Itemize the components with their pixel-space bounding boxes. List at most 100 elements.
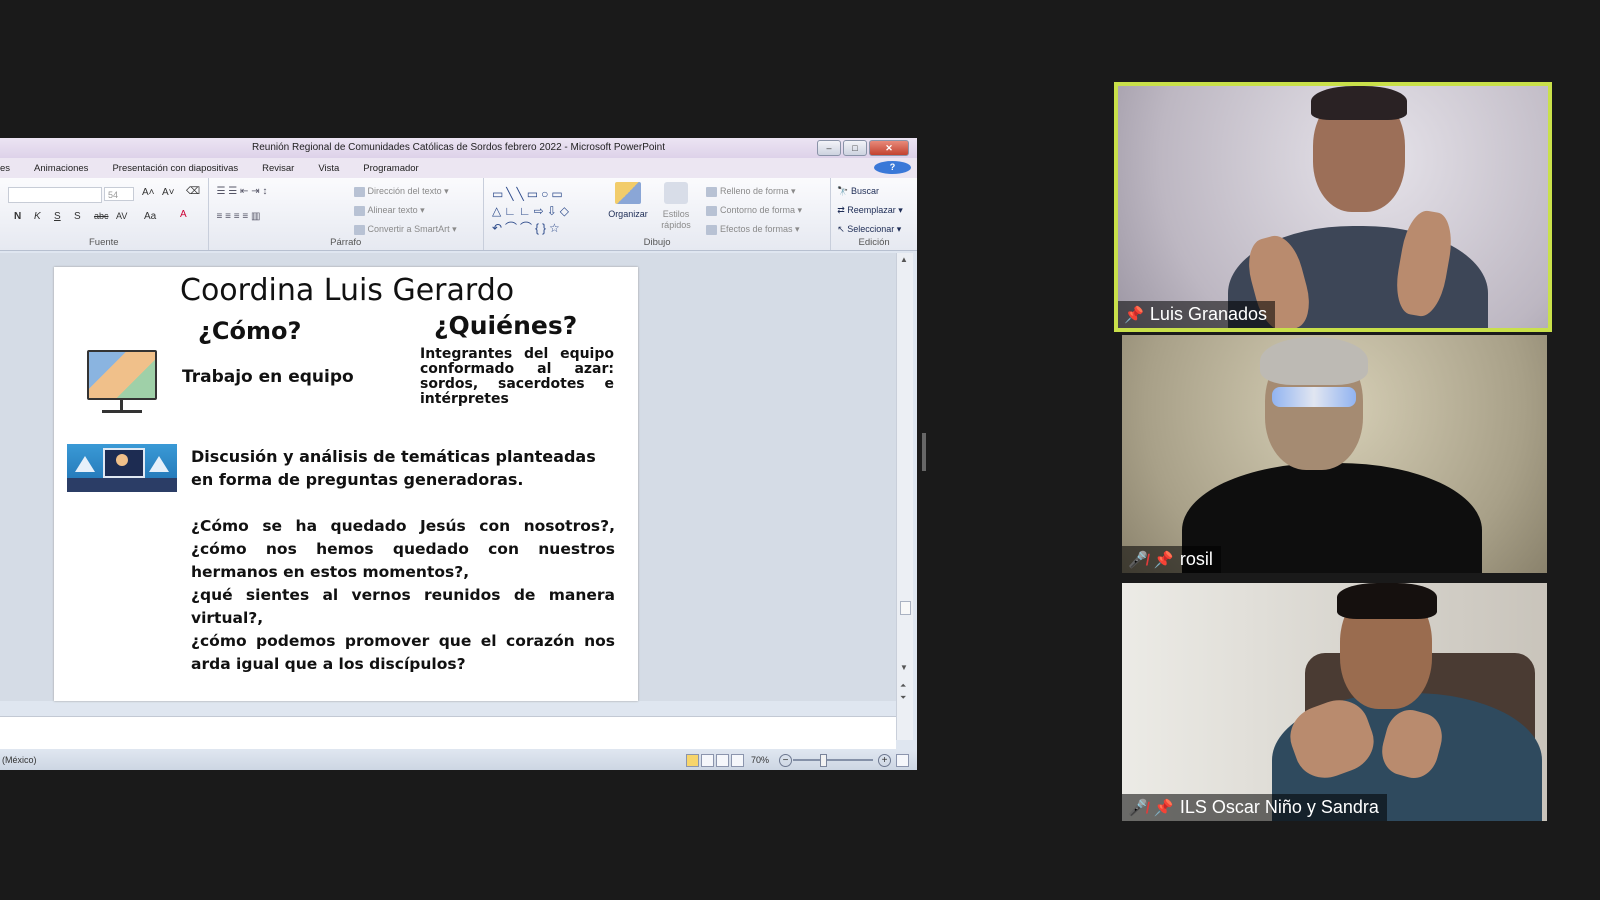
participant-hair (1260, 337, 1368, 385)
zoom-slider-track[interactable] (793, 759, 873, 761)
scroll-down-icon[interactable]: ▼ (900, 663, 908, 672)
video-tile-rosil[interactable]: 🎤̸ 📌 rosil (1122, 335, 1547, 573)
font-name-field[interactable] (8, 187, 102, 203)
split-view-handle[interactable] (922, 433, 926, 471)
align-text-button[interactable]: Alinear texto ▾ (353, 205, 425, 216)
font-size-field[interactable]: 54 (104, 187, 134, 201)
bold-button[interactable]: N (14, 211, 21, 222)
group-parrafo: ☰ ☰ ⇤ ⇥ ↕ ≡ ≡ ≡ ≡ ▥ Dirección del texto … (209, 178, 484, 250)
tab-revisar[interactable]: Revisar (250, 163, 306, 174)
pregunta-2: ¿qué sientes al vernos reunidos de maner… (191, 586, 615, 627)
underline-button[interactable]: S (54, 211, 61, 222)
close-button[interactable]: ✕ (869, 140, 909, 156)
zoom-in-button[interactable]: + (878, 754, 891, 767)
cursor-icon: ↖ (837, 224, 845, 234)
align-icons[interactable]: ≡ ≡ ≡ ≡ ▥ (217, 211, 261, 222)
pregunta-3: ¿cómo podemos promover que el corazón no… (191, 632, 615, 673)
font-color-button[interactable]: A (180, 209, 187, 220)
notes-pane[interactable] (0, 716, 896, 749)
tab-inicio[interactable]: es (0, 163, 22, 174)
participant-tag: 🎤̸ 📌 rosil (1122, 546, 1221, 573)
seleccionar-label: Seleccionar (847, 224, 895, 234)
language-status: (México) (2, 755, 37, 765)
sorter-view-button[interactable] (701, 754, 714, 767)
shape-outline-label: Contorno de forma (719, 205, 795, 215)
shape-outline-button[interactable]: Contorno de forma ▾ (705, 205, 802, 216)
vertical-scrollbar[interactable]: ▲ ▼ ⏶ ⏷ (896, 253, 913, 740)
text-direction-button[interactable]: Dirección del texto ▾ (353, 186, 449, 197)
estilos-icon (663, 182, 688, 204)
ribbon-tabs: es Animaciones Presentación con diaposit… (0, 158, 917, 178)
shape-effects-button[interactable]: Efectos de formas ▾ (705, 224, 800, 235)
shrink-font-icon[interactable]: A˅ (162, 187, 175, 198)
group-fuente: 54 A˄ A˅ ⌫ N K S S abc AV Aa A Fuente (0, 178, 209, 250)
next-slide-icon[interactable]: ⏷ (900, 693, 906, 703)
help-icon[interactable]: ? (874, 161, 911, 174)
group-label-dibujo: Dibujo (643, 237, 671, 248)
shape-fill-button[interactable]: Relleno de forma ▾ (705, 186, 796, 197)
zoom-level[interactable]: 70% (751, 755, 769, 765)
reemplazar-label: Reemplazar (847, 205, 896, 215)
shapes-gallery[interactable]: ▭╲╲▭○▭ △∟∟⇨⇩◇ ↶⌒⌒{}☆ (492, 186, 602, 237)
ribbon: 54 A˄ A˅ ⌫ N K S S abc AV Aa A Fuente ☰ … (0, 178, 917, 251)
grow-font-icon[interactable]: A˄ (142, 187, 155, 198)
tab-vista[interactable]: Vista (306, 163, 351, 174)
shadow-button[interactable]: S (74, 211, 81, 222)
fit-window-button[interactable] (896, 754, 909, 767)
mic-muted-icon: 🎤̸ (1128, 799, 1148, 817)
slide: Coordina Luis Gerardo ¿Cómo? ¿Quiénes? T… (54, 267, 638, 701)
shape-fill-label: Relleno de forma (719, 186, 789, 196)
organizar-button[interactable]: Organizar (606, 182, 650, 220)
slide-title: Coordina Luis Gerardo (180, 273, 515, 308)
reading-view-button[interactable] (716, 754, 729, 767)
maximize-button[interactable]: □ (843, 140, 867, 156)
glasses-icon (1272, 387, 1356, 407)
shape-effects-label: Efectos de formas (719, 224, 793, 234)
replace-icon: ⇄ (837, 205, 845, 215)
pin-icon: 📌 (1124, 306, 1144, 324)
window-controls: – □ ✕ (817, 140, 909, 156)
tab-animaciones[interactable]: Animaciones (22, 163, 100, 174)
binoculars-icon: 🔭 (837, 186, 849, 196)
tab-programador[interactable]: Programador (351, 163, 430, 174)
seleccionar-button[interactable]: ↖ Seleccionar ▾ (837, 224, 901, 235)
reemplazar-button[interactable]: ⇄ Reemplazar ▾ (837, 205, 903, 216)
zoom-slider-thumb[interactable] (820, 754, 827, 767)
normal-view-button[interactable] (686, 754, 699, 767)
participant-name: Luis Granados (1149, 304, 1267, 324)
mic-muted-icon: 🎤̸ (1128, 551, 1148, 569)
slide-quienes: ¿Quiénes? (434, 311, 578, 340)
spacing-button[interactable]: AV (116, 211, 127, 221)
smartart-button[interactable]: Convertir a SmartArt ▾ (353, 224, 457, 235)
italic-button[interactable]: K (34, 211, 41, 222)
slideshow-view-button[interactable] (731, 754, 744, 767)
video-tile-luis[interactable]: 📌 Luis Granados (1114, 82, 1552, 332)
scroll-up-icon[interactable]: ▲ (900, 255, 908, 264)
video-tile-ils[interactable]: 🎤̸ 📌 ILS Oscar Niño y Sandra (1122, 583, 1547, 821)
group-label-edicion: Edición (858, 237, 890, 248)
clear-format-icon[interactable]: ⌫ (186, 186, 200, 197)
buscar-label: Buscar (850, 186, 879, 196)
group-label-parrafo: Párrafo (330, 237, 362, 248)
estilos-rapidos-button[interactable]: Estilos rápidos (656, 182, 696, 231)
buscar-button[interactable]: 🔭 Buscar (837, 186, 879, 197)
slide-discusion: Discusión y análisis de temáticas plante… (191, 447, 596, 489)
participant-tag: 📌 Luis Granados (1118, 301, 1275, 328)
status-bar: (México) 70% − + (0, 750, 917, 770)
participant-tag: 🎤̸ 📌 ILS Oscar Niño y Sandra (1122, 794, 1387, 821)
prev-slide-icon[interactable]: ⏶ (900, 681, 906, 691)
minimize-button[interactable]: – (817, 140, 841, 156)
slide-integrantes: Integrantes del equipo conformado al aza… (420, 346, 614, 407)
ppt-title-bar: Reunión Regional de Comunidades Católica… (0, 138, 917, 158)
tab-presentacion[interactable]: Presentación con diapositivas (100, 163, 250, 174)
pin-icon: 📌 (1153, 551, 1174, 569)
organizar-label: Organizar (608, 209, 648, 219)
zoom-out-button[interactable]: − (779, 754, 792, 767)
bullets-icon[interactable]: ☰ ☰ ⇤ ⇥ ↕ (217, 186, 268, 197)
video-call-illustration (87, 350, 157, 413)
strikethrough-button[interactable]: abc (94, 211, 109, 221)
pin-icon: 📌 (1153, 799, 1174, 817)
scroll-thumb[interactable] (900, 601, 911, 615)
change-case-button[interactable]: Aa (144, 211, 156, 222)
group-dibujo: ▭╲╲▭○▭ △∟∟⇨⇩◇ ↶⌒⌒{}☆ Organizar Estilos ráp… (484, 178, 832, 250)
